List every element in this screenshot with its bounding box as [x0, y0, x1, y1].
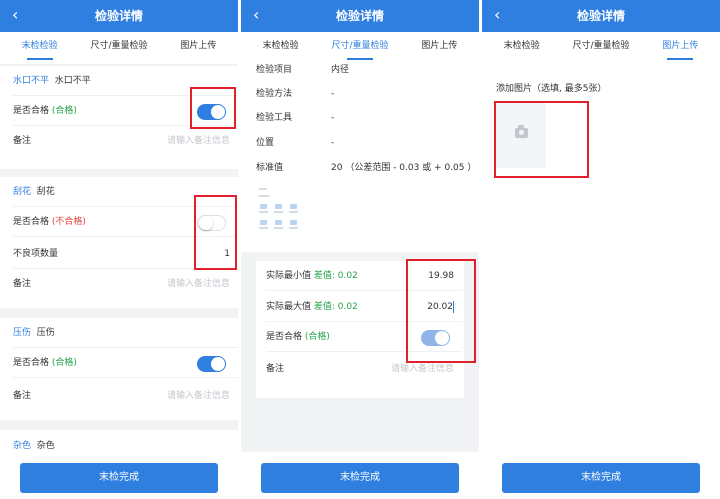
remark-label: 备注 [266, 364, 285, 374]
remark-row: 备注 请输入备注信息 [13, 381, 230, 411]
thumbnail-caption [259, 195, 269, 197]
tab-bar: 末检检验 尺寸/重量检验 图片上传 [482, 32, 720, 64]
remark-input[interactable]: 请输入备注信息 [167, 381, 230, 411]
highlight-box [406, 259, 476, 363]
panel-image-upload: ‹ 检验详情 末检检验 尺寸/重量检验 图片上传 添加图片（选填, 最多5张） … [482, 0, 720, 499]
tab-dimension-weight[interactable]: 尺寸/重量检验 [561, 32, 640, 64]
status-badge: (合格) [304, 332, 330, 342]
thumbnail-caption [259, 188, 267, 190]
image-thumb-icon [289, 204, 298, 213]
spec-row-standard: 标准值 20 （公差范围 - 0.03 或 + 0.05 ） [256, 153, 476, 183]
qualified-label: 是否合格 [13, 106, 50, 116]
remark-label: 备注 [13, 279, 32, 289]
complete-button[interactable]: 末检完成 [502, 463, 700, 493]
item-name: 杂色 [36, 441, 55, 451]
screenshot-collage: ‹ 检验详情 末检检验 尺寸/重量检验 图片上传 水口不平 水口不平 是否合格 … [0, 0, 720, 499]
remark-input[interactable]: 请输入备注信息 [167, 126, 230, 156]
item-code: 水口不平 [13, 76, 50, 86]
remark-label: 备注 [13, 136, 32, 146]
thumbnail-row [259, 220, 298, 229]
page-title: 检验详情 [335, 9, 384, 23]
complete-button[interactable]: 末检完成 [261, 463, 459, 493]
page-title: 检验详情 [94, 9, 143, 23]
item-header: 压伤 压伤 [13, 318, 238, 348]
tab-image-upload[interactable]: 图片上传 [641, 32, 720, 64]
tab-image-upload[interactable]: 图片上传 [159, 32, 238, 64]
remark-label: 备注 [13, 391, 32, 401]
qualified-row: 是否合格 (合格) [13, 348, 238, 378]
min-diff: 差值: 0.02 [313, 271, 358, 281]
footer-bar: 末检完成 [0, 452, 238, 499]
min-label: 实际最小值 [266, 271, 312, 281]
spec-value: 20 （公差范围 - 0.03 或 + 0.05 ） [331, 163, 477, 173]
inspection-item-card: 压伤 压伤 是否合格 (合格) 备注 请输入备注信息 [0, 318, 238, 420]
defect-count-label: 不良项数量 [13, 249, 59, 259]
item-name: 水口不平 [54, 76, 91, 86]
max-diff: 差值: 0.02 [313, 302, 358, 312]
qualified-label: 是否合格 [13, 217, 50, 227]
highlight-box [194, 195, 237, 270]
remark-row: 备注 请输入备注信息 [13, 126, 230, 156]
page-title: 检验详情 [576, 9, 625, 23]
nav-bar: ‹ 检验详情 [0, 0, 238, 32]
item-code: 杂色 [13, 441, 32, 451]
spec-card: 检验项目 内径 检验方法 - 检验工具 - 位置 - 标准值 20 （公差范围 … [241, 64, 479, 252]
qualified-label: 是否合格 [266, 332, 303, 342]
image-thumb-icon [289, 220, 298, 229]
tab-bar: 末检检验 尺寸/重量检验 图片上传 [0, 32, 238, 64]
item-code: 刮花 [13, 187, 32, 197]
tab-final-inspection[interactable]: 末检检验 [0, 32, 79, 64]
remark-input[interactable]: 请输入备注信息 [167, 269, 230, 299]
status-badge: (合格) [51, 106, 77, 116]
complete-button[interactable]: 末检完成 [20, 463, 218, 493]
status-badge: (合格) [51, 358, 77, 368]
item-code: 压伤 [13, 328, 32, 338]
status-badge: (不合格) [51, 217, 86, 227]
nav-bar: ‹ 检验详情 [241, 0, 479, 32]
image-thumb-icon [274, 204, 283, 213]
highlight-box [190, 87, 236, 129]
image-thumb-icon [259, 204, 268, 213]
panel-dimension-weight: ‹ 检验详情 末检检验 尺寸/重量检验 图片上传 检验项目 内径 检验方法 - … [241, 0, 479, 499]
footer-bar: 末检完成 [482, 452, 720, 499]
item-name: 刮花 [36, 187, 55, 197]
tab-dimension-weight[interactable]: 尺寸/重量检验 [79, 32, 158, 64]
nav-bar: ‹ 检验详情 [482, 0, 720, 32]
qualified-label: 是否合格 [13, 358, 50, 368]
add-image-label: 添加图片（选填, 最多5张） [496, 84, 607, 94]
remark-row: 备注 请输入备注信息 [13, 269, 230, 299]
panel-final-inspection: ‹ 检验详情 末检检验 尺寸/重量检验 图片上传 水口不平 水口不平 是否合格 … [0, 0, 238, 499]
tab-final-inspection[interactable]: 末检检验 [482, 32, 561, 64]
footer-bar: 末检完成 [241, 452, 479, 499]
max-label: 实际最大值 [266, 302, 312, 312]
item-name: 压伤 [36, 328, 55, 338]
spec-label: 标准值 [256, 163, 284, 173]
highlight-box [494, 101, 589, 178]
qualified-toggle[interactable] [197, 356, 226, 372]
thumbnail-row [259, 204, 298, 213]
image-thumb-icon [259, 220, 268, 229]
image-thumb-icon [274, 220, 283, 229]
